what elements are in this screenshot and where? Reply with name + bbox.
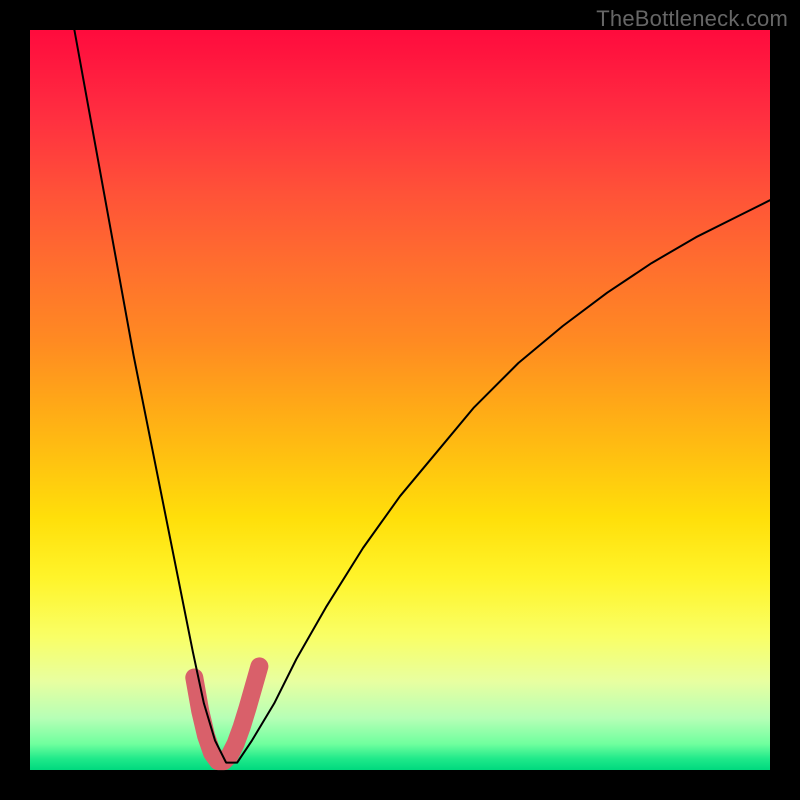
valley-marker <box>194 666 259 761</box>
chart-svg <box>30 30 770 770</box>
watermark-text: TheBottleneck.com <box>596 6 788 32</box>
chart-frame: TheBottleneck.com <box>0 0 800 800</box>
plot-area <box>30 30 770 770</box>
bottleneck-curve <box>74 30 770 763</box>
